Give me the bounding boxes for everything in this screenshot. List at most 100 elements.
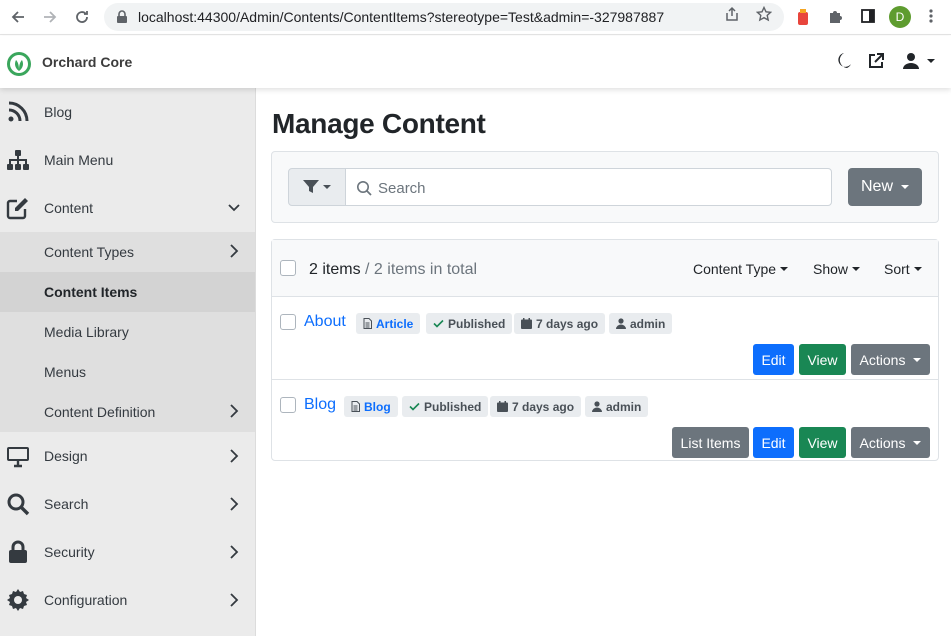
desktop-icon [6,444,30,468]
edit-button[interactable]: Edit [753,344,794,375]
sidebar-item-label: Blog [44,104,73,120]
calendar-icon [497,401,508,412]
search-field[interactable] [345,168,832,206]
puzzle-icon[interactable] [828,8,844,24]
content-list: 2 items / 2 items in total Content Type … [271,239,939,461]
caret-down-icon [913,267,922,271]
submenu-item-content-types[interactable]: Content Types [0,232,255,272]
type-label: Article [376,316,414,331]
page-title: Manage Content [272,108,486,139]
select-all-checkbox[interactable] [280,260,296,276]
sidebar-item-search[interactable]: Search [0,480,255,528]
extension-icon[interactable] [796,8,810,26]
list-item: Blog Blog Published 7 days ago admin Lis… [272,379,938,461]
view-button[interactable]: View [799,344,846,375]
chevron-right-icon [228,449,240,463]
row-checkbox[interactable] [280,397,296,413]
search-input[interactable] [378,177,818,199]
date-label: 7 days ago [536,316,599,331]
sort-filter[interactable]: Sort [884,261,922,277]
actions-button[interactable]: Actions [851,427,930,458]
file-icon [351,401,360,412]
owner-label: admin [630,316,666,331]
row-checkbox[interactable] [280,314,296,330]
cog-icon [6,588,30,612]
chevron-down-icon [228,202,240,214]
back-icon[interactable] [2,1,34,33]
content-type-filter[interactable]: Content Type [693,261,789,277]
item-title-link[interactable]: About [304,313,346,331]
sidebar: Blog Main Menu Content Content Types Con… [0,88,256,636]
date-label: 7 days ago [512,399,575,414]
lock-icon [6,540,30,564]
chevron-right-icon [228,244,240,258]
profile-avatar[interactable]: D [889,6,911,28]
side-panel-icon[interactable] [860,8,876,24]
sidebar-item-label: Configuration [44,592,128,608]
view-button[interactable]: View [799,427,846,458]
show-filter[interactable]: Show [813,261,861,277]
sidebar-item-main-menu[interactable]: Main Menu [0,136,255,184]
filter-label: Sort [884,261,910,277]
reload-icon[interactable] [66,1,98,33]
rss-icon [6,100,30,124]
submenu-item-media-library[interactable]: Media Library [0,312,255,352]
owner-label: admin [606,399,642,414]
submenu-item-menus[interactable]: Menus [0,352,255,392]
user-icon[interactable] [902,52,938,70]
sidebar-item-label: Security [44,544,95,560]
submenu-label: Content Types [44,244,135,260]
new-button-label: New [860,178,893,195]
sidebar-item-blog[interactable]: Blog [0,88,255,136]
moon-icon[interactable] [836,52,852,70]
file-icon [363,318,372,329]
edit-button[interactable]: Edit [753,427,794,458]
owner-badge: admin [609,313,673,334]
calendar-icon [521,318,532,329]
submenu-item-content-items[interactable]: Content Items [0,272,255,312]
list-items-button[interactable]: List Items [672,427,749,458]
item-title-link[interactable]: Blog [304,396,336,414]
owner-badge: admin [585,396,649,417]
sidebar-item-security[interactable]: Security [0,528,255,576]
check-icon [409,402,420,411]
forward-icon[interactable] [34,1,66,33]
app-header: Orchard Core [0,36,951,88]
type-badge[interactable]: Blog [344,396,398,417]
item-count-value: 2 items [309,261,361,278]
sidebar-item-configuration[interactable]: Configuration [0,576,255,624]
orchard-logo[interactable] [6,51,32,77]
user-icon [616,318,626,329]
brand-name[interactable]: Orchard Core [42,54,132,70]
main-content: Manage Content New 2 items / 2 items in … [256,88,951,636]
browser-toolbar: localhost:44300/Admin/Contents/ContentIt… [0,0,951,35]
status-label: Published [424,399,482,414]
chevron-right-icon [228,497,240,511]
more-vertical-icon[interactable] [928,8,934,24]
item-count: 2 items / 2 items in total [309,261,477,279]
sidebar-item-content[interactable]: Content [0,184,255,232]
new-button[interactable]: New [848,168,922,206]
submenu-item-content-definition[interactable]: Content Definition [0,392,255,432]
bookmark-star-icon[interactable] [756,6,772,22]
filter-card: New [271,151,939,223]
caret-down-icon [901,185,909,189]
actions-button[interactable]: Actions [851,344,930,375]
filter-dropdown-button[interactable] [288,168,346,206]
share-icon[interactable] [724,6,740,22]
chevron-right-icon [228,593,240,607]
list-header: 2 items / 2 items in total Content Type … [272,240,938,297]
external-link-icon[interactable] [867,52,885,70]
status-badge: Published [402,396,489,417]
submenu-label: Media Library [44,324,129,340]
sitemap-icon [6,148,30,172]
search-icon [6,492,30,516]
status-badge: Published [426,313,513,334]
filter-label: Show [813,261,849,277]
sidebar-item-design[interactable]: Design [0,432,255,480]
sidebar-item-label: Search [44,496,89,512]
edit-icon [6,196,30,220]
address-bar[interactable]: localhost:44300/Admin/Contents/ContentIt… [104,3,784,31]
lock-icon [117,10,127,23]
type-badge[interactable]: Article [356,313,421,334]
